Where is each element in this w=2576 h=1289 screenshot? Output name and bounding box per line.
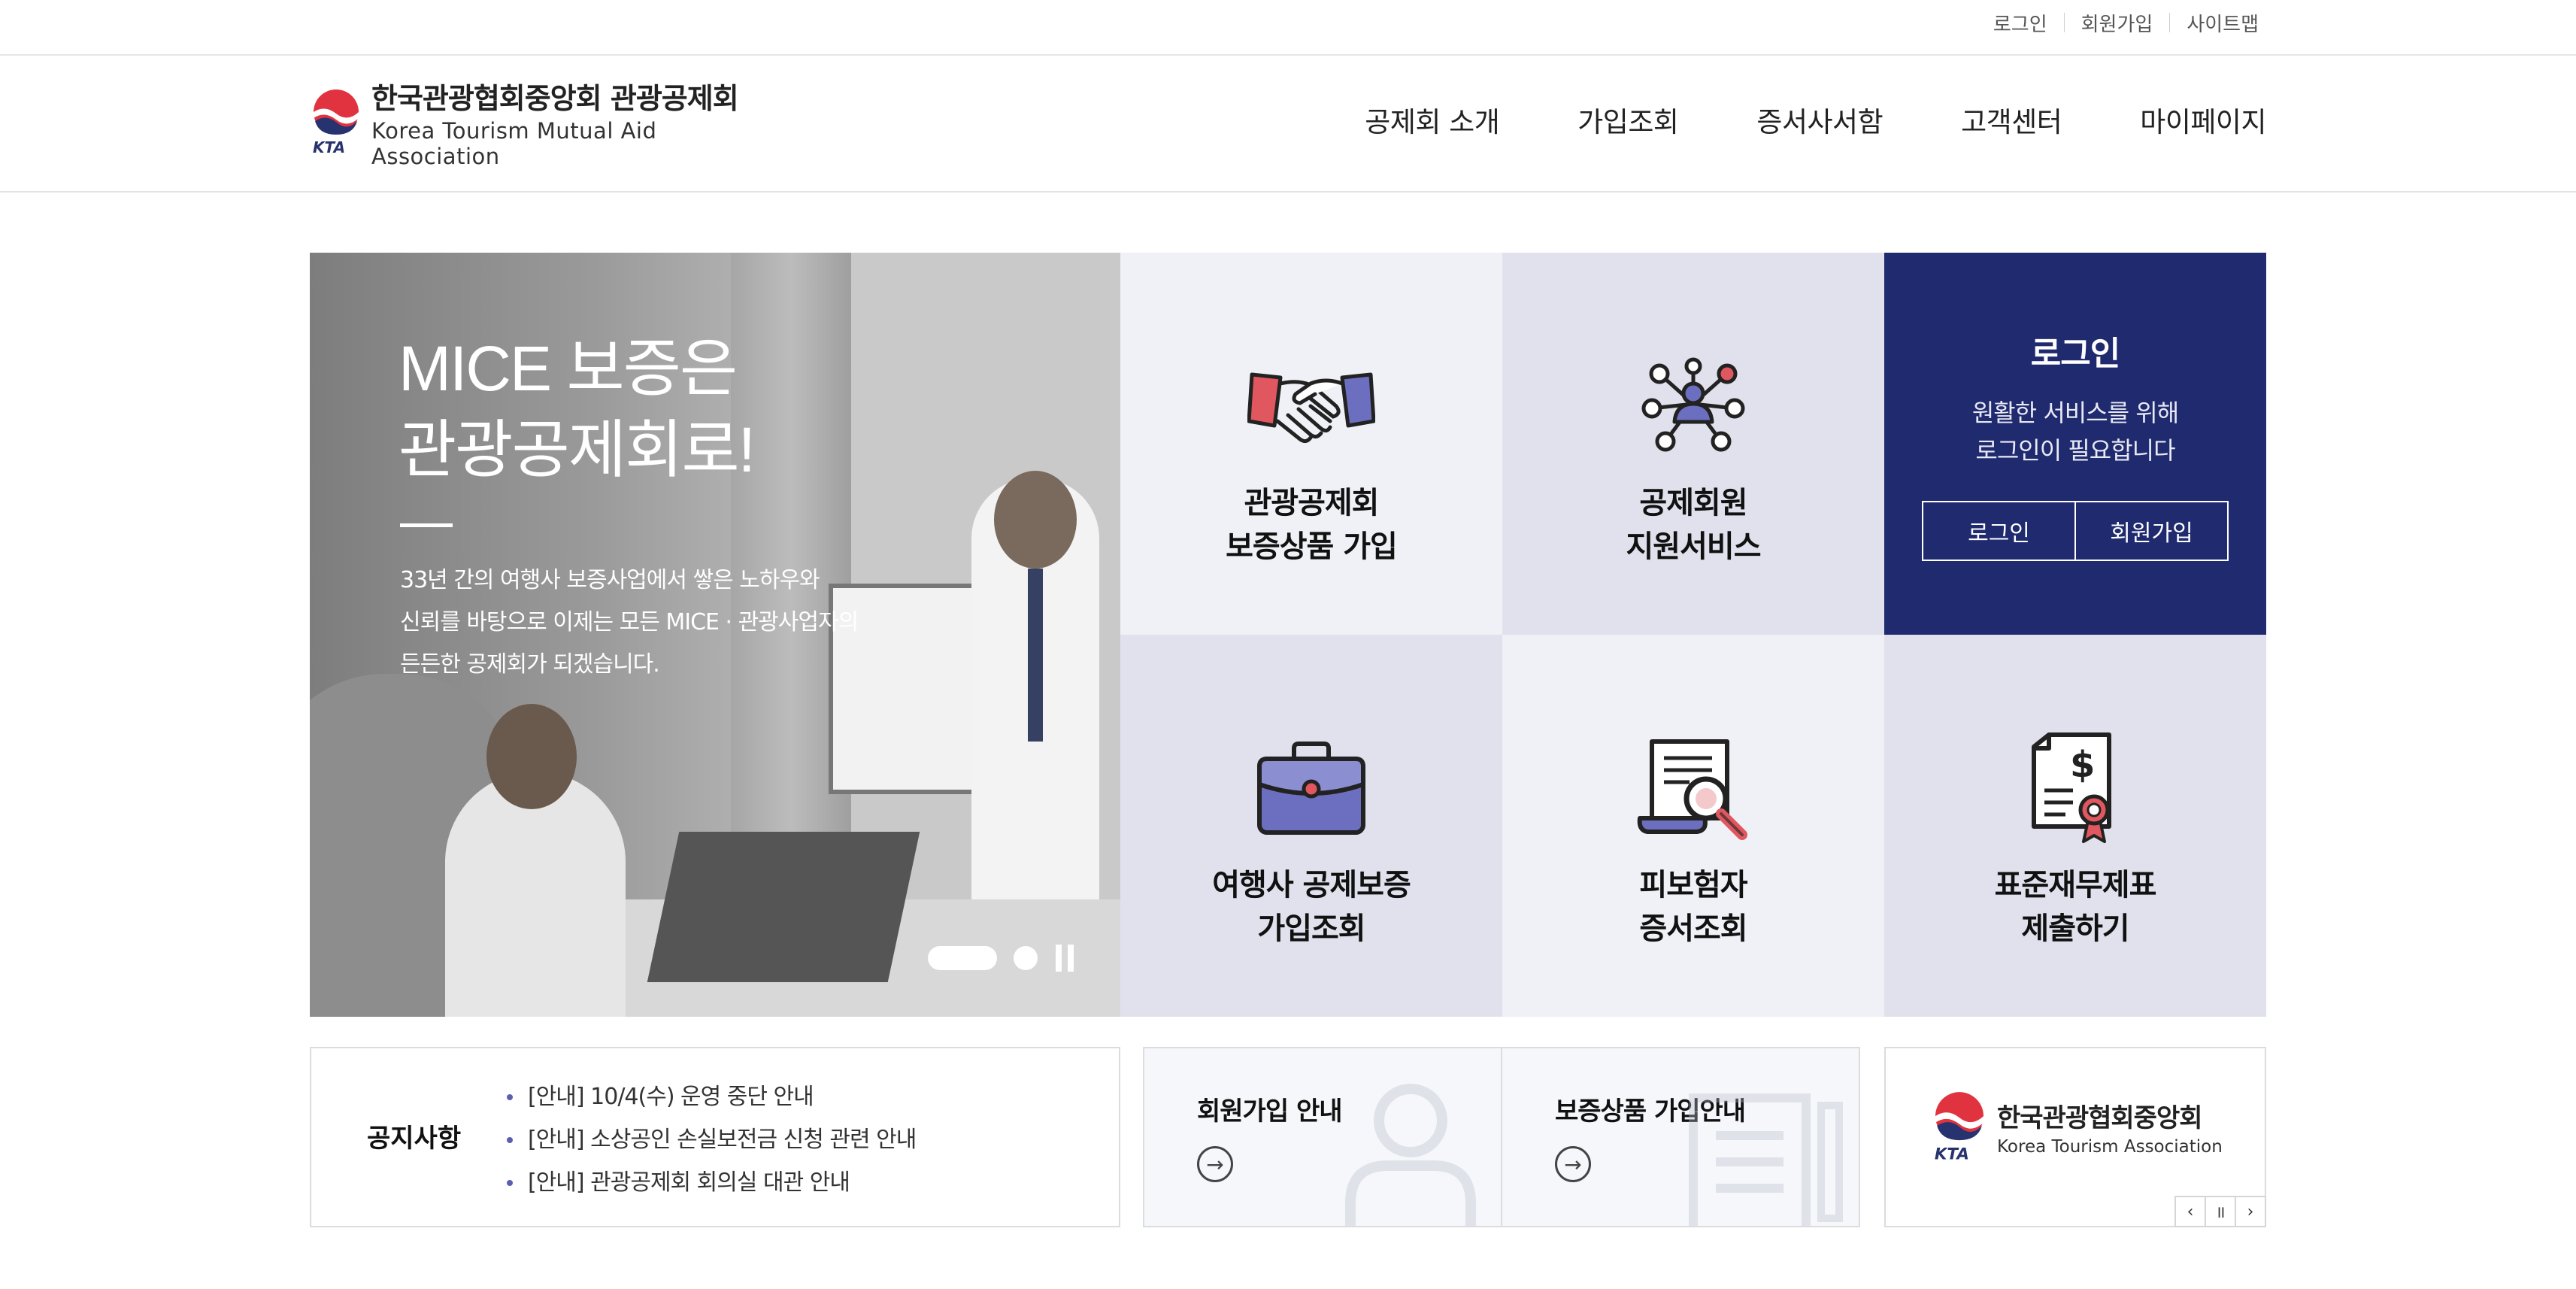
signup-guide-title: 회원가입 안내 [1197,1096,1343,1127]
slide-dot-active[interactable] [928,946,997,970]
handshake-icon [1247,346,1375,466]
logo-title-ko: 한국관광협회중앙회 관광공제회 [371,81,739,115]
svg-text:KTA: KTA [313,138,345,156]
notice-list: [안내] 10/4(수) 운영 중단 안내 [안내] 소상공인 손실보전금 신청… [507,1075,917,1204]
partner-name-en: Korea Tourism Association [1997,1136,2223,1157]
pause-icon[interactable] [1054,945,1075,972]
site-logo[interactable]: KTA 한국관광협회중앙회 관광공제회 Korea Tourism Mutual… [310,82,776,169]
nav-mypage[interactable]: 마이페이지 [2140,99,2266,140]
bullet-icon [507,1136,513,1143]
briefcase-icon [1247,728,1375,848]
kta-partner-logo[interactable]: KTA 한국관광협회중앙회 Korea Tourism Association [1931,1090,2223,1163]
kta-logo-mark: KTA [1935,1092,1984,1163]
chevron-right-icon[interactable]: › [2235,1196,2266,1227]
partner-controls: ‹ ॥ › [2174,1196,2266,1227]
login-box-message: 원활한 서비스를 위해 로그인이 필요합니다 [1971,399,2179,465]
signup-button[interactable]: 회원가입 [2074,502,2227,560]
notice-box: 공지사항 [안내] 10/4(수) 운영 중단 안내 [안내] 소상공인 손실보… [310,1047,1120,1227]
network-icon [1629,346,1757,466]
main-nav: 공제회 소개 가입조회 증서사서함 고객센터 마이페이지 [1286,99,2266,140]
login-button[interactable]: 로그인 [1923,502,2074,560]
certificate-dollar-icon: $ [2011,728,2139,848]
utility-nav: 로그인 회원가입 사이트맵 [1993,8,2259,38]
notice-item[interactable]: [안내] 10/4(수) 운영 중단 안내 [507,1075,916,1118]
tile-insured-certificate[interactable]: 피보험자 증서조회 [1502,635,1884,1017]
util-sitemap-link[interactable]: 사이트맵 [2187,9,2259,37]
signup-guide-card[interactable]: 회원가입 안내 → [1143,1047,1502,1227]
main-banner: MICE 보증은 관광공제회로! 33년 간의 여행사 보증사업에서 쌓은 노하… [310,253,1120,1017]
partner-name-ko: 한국관광협회중앙회 [1997,1102,2203,1133]
arrow-right-icon: → [1197,1146,1233,1182]
nav-join-inquiry[interactable]: 가입조회 [1577,99,1679,140]
banner-description: 33년 간의 여행사 보증사업에서 쌓은 노하우와 신뢰를 바탕으로 이제는 모… [400,567,859,678]
util-login-link[interactable]: 로그인 [1993,9,2047,37]
person-icon [1345,1084,1476,1226]
tile-label: 여행사 공제보증 가입조회 [1212,868,1411,946]
svg-text:$: $ [2070,744,2095,786]
bullet-icon [507,1179,513,1186]
tile-label: 피보험자 증서조회 [1639,868,1747,946]
tile-financial-statement[interactable]: $ 표준재무제표 제출하기 [1884,635,2266,1017]
nav-customer-center[interactable]: 고객센터 [1961,99,2062,140]
tile-label: 관광공제회 보증상품 가입 [1226,486,1398,564]
tile-travel-agency-inquiry[interactable]: 여행사 공제보증 가입조회 [1120,635,1502,1017]
svg-text:KTA: KTA [1935,1145,1969,1163]
divider [2169,13,2171,32]
document-search-icon [1629,728,1757,848]
nav-about[interactable]: 공제회 소개 [1365,99,1499,140]
notice-title: 공지사항 [367,1124,462,1154]
utility-bar: 로그인 회원가입 사이트맵 [0,0,2576,56]
laptop-image [647,832,920,982]
notice-item[interactable]: [안내] 관광공제회 회의실 대관 안내 [507,1161,916,1204]
tile-label: 표준재무제표 제출하기 [1994,868,2157,946]
nav-certificate-box[interactable]: 증서사서함 [1756,99,1883,140]
bullet-icon [507,1093,513,1100]
notice-item[interactable]: [안내] 소상공인 손실보전금 신청 관련 안내 [507,1118,917,1161]
banner-title: MICE 보증은 관광공제회로! [399,333,756,485]
product-guide-card[interactable]: 보증상품 가입안내 → [1501,1047,1860,1227]
banner-pagination [928,945,1075,972]
document-pen-icon [1689,1093,1843,1226]
logo-title-en: Korea Tourism Mutual Aid Association [371,117,657,169]
util-signup-link[interactable]: 회원가입 [2081,9,2153,37]
arrow-right-icon: → [1555,1146,1591,1182]
site-header: KTA 한국관광협회중앙회 관광공제회 Korea Tourism Mutual… [0,57,2576,193]
pause-icon[interactable]: ॥ [2205,1196,2236,1227]
tile-label: 공제회원 지원서비스 [1626,486,1762,564]
chevron-left-icon[interactable]: ‹ [2174,1196,2206,1227]
banner-divider [400,523,453,527]
kta-logo-mark: KTA [310,88,362,156]
slide-dot[interactable] [1014,946,1038,970]
login-box-title: 로그인 [2030,335,2120,373]
tile-member-support[interactable]: 공제회원 지원서비스 [1502,253,1884,635]
tile-guarantee-product[interactable]: 관광공제회 보증상품 가입 [1120,253,1502,635]
partner-banner: KTA 한국관광협회중앙회 Korea Tourism Association … [1884,1047,2266,1227]
divider [2063,13,2065,32]
login-box: 로그인 원활한 서비스를 위해 로그인이 필요합니다 로그인 회원가입 [1884,253,2266,635]
